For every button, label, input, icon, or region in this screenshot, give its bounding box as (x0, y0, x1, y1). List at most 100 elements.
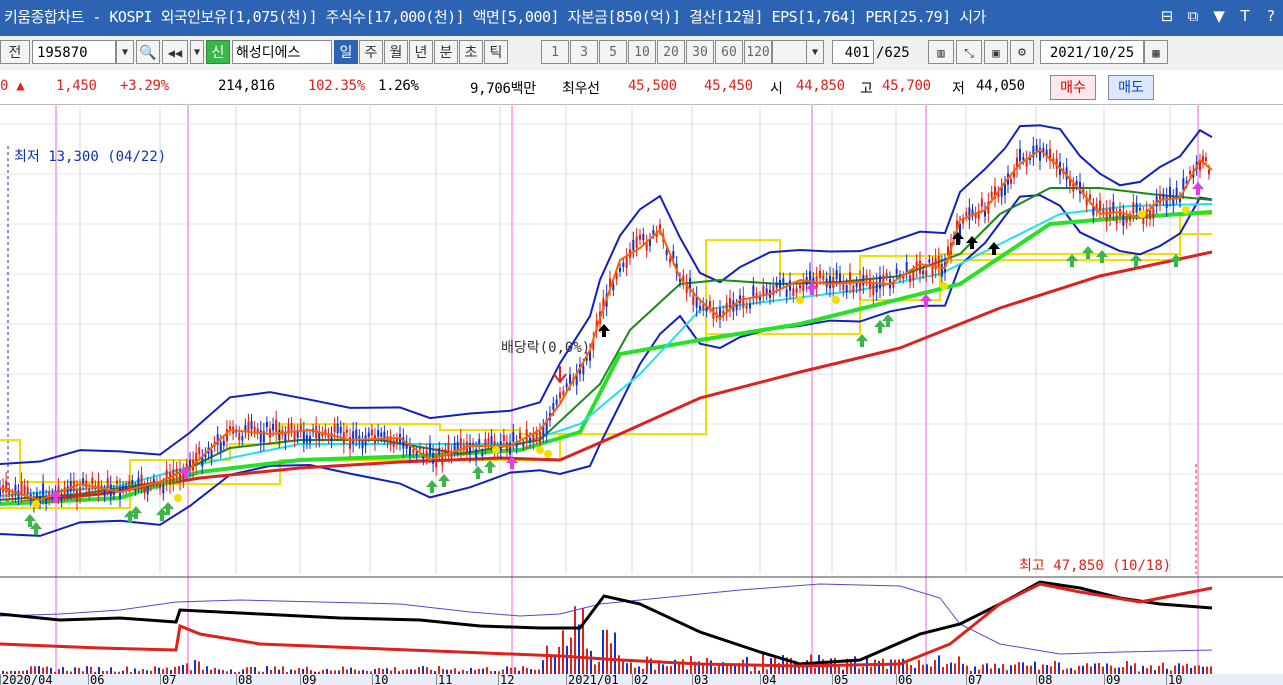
line-tool-icon[interactable]: ⤡ (956, 40, 982, 64)
settings-gear-icon[interactable]: ⚙ (1010, 40, 1034, 64)
buy-button[interactable]: 매수 (1050, 75, 1096, 100)
sell-button[interactable]: 매도 (1108, 75, 1154, 100)
chart-toolbar: 전 195870 ▼ 🔍 ◀◀ ▼ 신 해성디에스 ▼ 401 /625 ▥ ⤡… (0, 36, 1283, 71)
help-icon[interactable]: ? (1261, 6, 1281, 26)
time-axis-tick (632, 674, 633, 685)
high-label: 고 (860, 81, 873, 97)
period-tab[interactable]: 초 (459, 40, 483, 64)
interval-button[interactable]: 3 (570, 40, 598, 64)
candle-body (278, 429, 281, 441)
interval-button[interactable]: 60 (715, 40, 743, 64)
candle-body (272, 423, 275, 431)
volume-bar (1054, 660, 1056, 674)
sound-icon[interactable]: ◀◀ (162, 40, 188, 64)
candle-body (352, 431, 355, 444)
volume-bar (1174, 665, 1176, 674)
candle-body (487, 438, 490, 444)
candle-body (532, 434, 535, 443)
prev-button[interactable]: 전 (0, 40, 30, 64)
low-label: 저 (952, 81, 965, 97)
candle-body (672, 251, 675, 259)
candle-body (1189, 170, 1191, 175)
volume-bar (1022, 662, 1024, 674)
price-chart[interactable] (0, 104, 1283, 685)
candle-body (852, 285, 855, 293)
candle-body (937, 256, 940, 268)
volume-bar (274, 666, 276, 674)
candle-body (845, 284, 848, 293)
volume-bar (710, 660, 712, 674)
candle-body (438, 447, 441, 454)
font-icon[interactable]: T (1235, 6, 1255, 26)
interval-button[interactable]: 120 (744, 40, 772, 64)
candle-body (345, 429, 348, 433)
period-tab[interactable]: 틱 (484, 40, 508, 64)
volume-bar (862, 666, 864, 674)
period-tab[interactable]: 분 (434, 40, 458, 64)
time-axis-label: 2021/01 (568, 674, 619, 685)
candle-body (131, 479, 134, 485)
interval-button[interactable]: 5 (599, 40, 627, 64)
volume-bar (554, 656, 556, 674)
candle-body (1132, 202, 1135, 214)
interval-dropdown-icon[interactable]: ▼ (806, 40, 824, 64)
candle-body (412, 449, 415, 454)
volume-bar (1182, 665, 1184, 674)
time-axis-tick (236, 674, 237, 685)
volume-bar (1102, 666, 1104, 674)
stock-code-input[interactable]: 195870 (32, 40, 116, 64)
candle-body (275, 419, 278, 432)
pin-icon[interactable]: ▼ (1209, 6, 1229, 26)
time-axis-tick (160, 674, 161, 685)
candle-body (559, 392, 561, 399)
best-ask: 45,500 (628, 78, 677, 94)
calendar-icon[interactable]: ▦ (1144, 40, 1168, 64)
candle-body (742, 295, 745, 309)
period-tab[interactable]: 일 (334, 40, 358, 64)
time-axis-label: 10 (374, 674, 389, 685)
code-dropdown-icon[interactable]: ▼ (116, 40, 134, 64)
volume-bar (578, 624, 580, 674)
candle-body (625, 256, 628, 268)
candle-type-icon[interactable]: ▥ (928, 40, 954, 64)
volume-bar (626, 663, 628, 674)
candle-body (502, 434, 505, 442)
yellow-signal-dot (492, 446, 500, 454)
period-tab[interactable]: 년 (409, 40, 433, 64)
candle-body (1115, 214, 1118, 224)
candle-body (79, 486, 81, 497)
volume-bar (174, 666, 176, 674)
volume-ratio: 102.35% (308, 78, 365, 94)
period-tab[interactable]: 월 (384, 40, 408, 64)
float-icon[interactable]: ⧉ (1183, 6, 1203, 26)
volume-bar (734, 665, 736, 674)
volume-bar (438, 666, 440, 674)
interval-button[interactable]: 20 (657, 40, 685, 64)
sound-dropdown-icon[interactable]: ▼ (190, 40, 204, 64)
restore-icon[interactable]: ⊟ (1157, 6, 1177, 26)
search-icon[interactable]: 🔍 (136, 40, 160, 64)
interval-button[interactable]: 1 (541, 40, 569, 64)
time-axis-label: 10 (1168, 674, 1183, 685)
interval-button[interactable]: 30 (686, 40, 714, 64)
volume-bar (574, 606, 576, 674)
candle-body (69, 480, 72, 492)
candle-body (42, 483, 45, 496)
time-axis-tick (300, 674, 301, 685)
save-icon[interactable]: ▣ (984, 40, 1008, 64)
candle-body (865, 275, 868, 281)
volume-bar (550, 656, 552, 674)
interval-button[interactable]: 10 (628, 40, 656, 64)
best-quote-label: 최우선 (562, 81, 600, 97)
volume-bar (1202, 666, 1204, 674)
volume-bar (678, 663, 680, 674)
highest-price-label: 최고 47,850 (10/18) (1019, 558, 1172, 574)
data-count-input[interactable]: 401 (832, 40, 874, 64)
ma-cyan-line (0, 203, 1213, 497)
period-tab[interactable]: 주 (359, 40, 383, 64)
date-input[interactable]: 2021/10/25 (1040, 40, 1144, 64)
volume-bar (1186, 663, 1188, 674)
volume-bar (246, 667, 248, 674)
candle-body (909, 275, 911, 283)
volume-bar (950, 662, 952, 674)
